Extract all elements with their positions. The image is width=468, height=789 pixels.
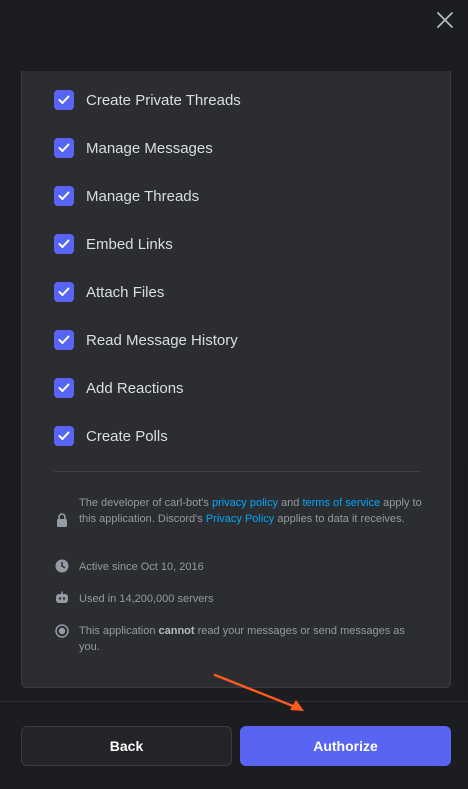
permission-checkbox[interactable] <box>54 378 74 398</box>
check-icon <box>58 431 70 440</box>
permission-checkbox[interactable] <box>54 186 74 206</box>
authorize-button[interactable]: Authorize <box>240 726 451 766</box>
permission-checkbox[interactable] <box>54 330 74 350</box>
permission-item[interactable]: Add Reactions <box>54 376 184 400</box>
permission-label: Manage Messages <box>86 139 213 157</box>
permission-item[interactable]: Manage Messages <box>54 136 213 160</box>
permission-label: Attach Files <box>86 283 165 301</box>
check-icon <box>58 335 70 344</box>
permission-checkbox[interactable] <box>54 426 74 446</box>
permission-item[interactable]: Read Message History <box>54 328 238 352</box>
active-since-row: Active since Oct 10, 2016 <box>54 559 424 575</box>
clock-icon <box>54 559 70 573</box>
permission-label: Read Message History <box>86 331 238 349</box>
privacy-notice-row: This application cannot read your messag… <box>54 623 424 655</box>
permission-item[interactable]: Embed Links <box>54 232 173 256</box>
check-icon <box>58 239 70 248</box>
lock-icon <box>54 513 70 527</box>
policy-info: The developer of carl-bot's privacy poli… <box>54 495 424 527</box>
permission-checkbox[interactable] <box>54 90 74 110</box>
permission-label: Embed Links <box>86 235 173 253</box>
back-button[interactable]: Back <box>21 726 232 766</box>
policy-prefix: The developer of carl-bot's <box>79 497 209 509</box>
servers-count-row: Used in 14,200,000 servers <box>54 591 424 607</box>
permission-item[interactable]: Attach Files <box>54 280 164 304</box>
servers-count-text: Used in 14,200,000 servers <box>79 593 214 605</box>
shield-icon <box>54 624 70 638</box>
discord-privacy-policy-link[interactable]: Privacy Policy <box>206 513 274 525</box>
permission-item[interactable]: Create Private Threads <box>54 88 241 112</box>
bot-icon <box>54 591 70 605</box>
close-icon[interactable] <box>434 9 456 31</box>
check-icon <box>58 287 70 296</box>
notice-bold: cannot <box>158 625 195 637</box>
check-icon <box>58 191 70 200</box>
permission-checkbox[interactable] <box>54 138 74 158</box>
scrollbar[interactable] <box>462 460 467 696</box>
check-icon <box>58 143 70 152</box>
permission-checkbox[interactable] <box>54 282 74 302</box>
privacy-policy-link[interactable]: privacy policy <box>212 497 278 509</box>
check-icon <box>58 95 70 104</box>
permission-label: Manage Threads <box>86 187 200 205</box>
active-since-text: Active since Oct 10, 2016 <box>79 561 204 573</box>
permission-label: Create Private Threads <box>86 91 241 109</box>
permission-checkbox[interactable] <box>54 234 74 254</box>
divider <box>54 471 420 472</box>
permission-item[interactable]: Manage Threads <box>54 184 199 208</box>
privacy-notice-text: This application cannot read your messag… <box>79 623 424 655</box>
permission-label: Create Polls <box>86 427 168 445</box>
notice-prefix: This application <box>79 625 156 637</box>
check-icon <box>58 383 70 392</box>
annotation-arrow <box>213 673 304 711</box>
permissions-card: Create Private Threads Manage Messages Man… <box>21 71 451 688</box>
policy-and: and <box>281 497 300 509</box>
policy-text: The developer of carl-bot's privacy poli… <box>79 495 424 527</box>
terms-of-service-link[interactable]: terms of service <box>302 497 380 509</box>
authorize-modal: Create Private Threads Manage Messages Man… <box>0 0 468 789</box>
permission-label: Add Reactions <box>86 379 184 397</box>
policy-suffix: applies to data it receives. <box>277 513 405 525</box>
permission-item[interactable]: Create Polls <box>54 424 168 448</box>
